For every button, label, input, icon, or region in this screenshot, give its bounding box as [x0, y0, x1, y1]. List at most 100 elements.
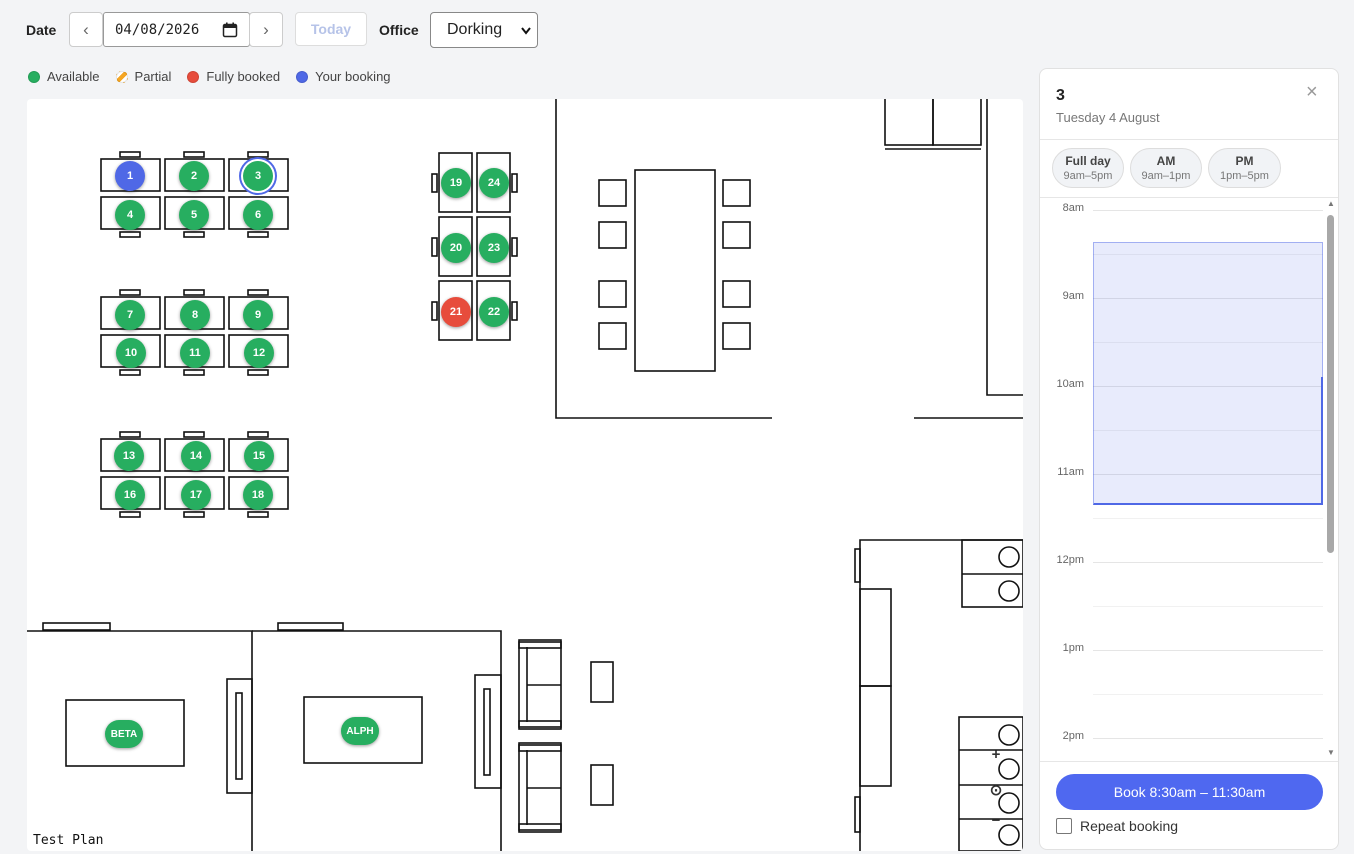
selected-time-range[interactable] — [1093, 242, 1323, 505]
legend-item-available: Available — [28, 69, 100, 84]
scrollbar-thumb[interactable] — [1327, 215, 1334, 553]
preset-label: PM — [1235, 154, 1254, 168]
seat-6[interactable]: 6 — [243, 200, 273, 230]
seat-10[interactable]: 10 — [116, 338, 146, 368]
seat-9[interactable]: 9 — [243, 300, 273, 330]
divider — [1040, 139, 1338, 140]
office-label: Office — [379, 22, 419, 38]
available-dot-icon — [28, 70, 40, 83]
next-day-button[interactable]: › — [249, 12, 283, 47]
top-right-units — [884, 99, 1023, 396]
seat-4[interactable]: 4 — [115, 200, 145, 230]
hour-label: 11am — [1057, 466, 1084, 478]
seat-23[interactable]: 23 — [479, 233, 509, 263]
meeting-room-outline — [555, 99, 1023, 419]
seat-12[interactable]: 12 — [244, 338, 274, 368]
seat-13[interactable]: 13 — [114, 441, 144, 471]
seat-18[interactable]: 18 — [243, 480, 273, 510]
office-select[interactable]: Dorking — [430, 12, 538, 48]
legend-label: Partial — [134, 69, 172, 84]
hour-label: 12pm — [1056, 554, 1084, 566]
toolbar: Date ‹ 04/08/2026 › Today Office Dorking — [0, 0, 1354, 60]
hour-label: 9am — [1062, 290, 1084, 302]
zoom-reset-button[interactable]: ⊙ — [981, 775, 1011, 805]
date-label: Date — [26, 22, 57, 38]
hour-line — [1093, 738, 1323, 739]
prev-day-button[interactable]: ‹ — [69, 12, 103, 47]
book-button[interactable]: Book 8:30am – 11:30am — [1056, 774, 1323, 810]
seat-20[interactable]: 20 — [441, 233, 471, 263]
seat-3[interactable]: 3 — [243, 161, 273, 191]
close-icon[interactable]: × — [1306, 81, 1318, 104]
panel-title: 3 — [1056, 87, 1065, 104]
repeat-booking-toggle[interactable]: Repeat booking — [1056, 818, 1178, 834]
half-hour-line — [1093, 606, 1323, 607]
preset-range: 9am–5pm — [1063, 170, 1113, 182]
hour-line — [1093, 650, 1323, 651]
mine-dot-icon — [296, 70, 309, 83]
zoom-in-button[interactable]: + — [981, 739, 1011, 769]
seat-7[interactable]: 7 — [115, 300, 145, 330]
resize-handle[interactable] — [1321, 377, 1323, 505]
hour-label: 2pm — [1062, 730, 1084, 742]
preset-label: AM — [1156, 154, 1176, 168]
hour-line — [1093, 210, 1323, 211]
date-value: 04/08/2026 — [115, 21, 200, 38]
bottom-rooms — [27, 622, 502, 851]
preset-am-button[interactable]: AM 9am–1pm — [1130, 148, 1202, 188]
chevron-down-icon — [521, 27, 531, 35]
legend-label: Fully booked — [206, 69, 281, 84]
legend-label: Your booking — [315, 69, 391, 84]
preset-label: Full day — [1065, 154, 1111, 168]
office-value: Dorking — [447, 21, 503, 38]
legend-label: Available — [47, 69, 100, 84]
legend-item-fully-booked: Fully booked — [187, 69, 280, 84]
half-hour-line — [1093, 694, 1323, 695]
hour-line — [1093, 562, 1323, 563]
panel-date: Tuesday 4 August — [1056, 110, 1160, 125]
scroll-up-icon[interactable]: ▲ — [1327, 199, 1335, 208]
seat-15[interactable]: 15 — [244, 441, 274, 471]
repeat-booking-label: Repeat booking — [1080, 818, 1179, 834]
zoom-out-button[interactable]: − — [981, 805, 1011, 835]
seat-11[interactable]: 11 — [180, 338, 210, 368]
seat-5[interactable]: 5 — [179, 200, 209, 230]
preset-range: 1pm–5pm — [1220, 170, 1269, 182]
seat-19[interactable]: 19 — [441, 168, 471, 198]
preset-range: 9am–1pm — [1141, 170, 1191, 182]
preset-pm-button[interactable]: PM 1pm–5pm — [1208, 148, 1281, 188]
divider — [1040, 197, 1338, 198]
booked-dot-icon — [187, 70, 200, 83]
seat-22[interactable]: 22 — [479, 297, 509, 327]
room-alph[interactable]: ALPH — [341, 717, 379, 745]
repeat-booking-checkbox[interactable] — [1056, 818, 1072, 834]
partial-dot-icon — [115, 70, 128, 83]
scroll-down-icon[interactable]: ▼ — [1327, 748, 1335, 757]
preset-full-day-button[interactable]: Full day 9am–5pm — [1052, 148, 1124, 188]
seat-8[interactable]: 8 — [180, 300, 210, 330]
seat-14[interactable]: 14 — [181, 441, 211, 471]
sofas — [518, 639, 614, 833]
seat-16[interactable]: 16 — [115, 480, 145, 510]
room-beta[interactable]: BETA — [105, 720, 143, 748]
date-input[interactable]: 04/08/2026 — [103, 12, 250, 47]
seat-1[interactable]: 1 — [115, 161, 145, 191]
floor-plan-drawing — [27, 99, 1023, 851]
hour-label: 8am — [1062, 202, 1084, 214]
calendar-icon[interactable] — [222, 22, 238, 38]
zoom-controls: + ⊙ − — [981, 739, 1011, 835]
floor-plan[interactable]: 1 2 3 4 5 6 7 8 9 10 11 12 13 14 15 16 1… — [27, 99, 1023, 851]
plan-name: Test Plan — [33, 833, 104, 848]
today-button[interactable]: Today — [295, 12, 367, 46]
hour-label: 10am — [1056, 378, 1084, 390]
legend-item-partial: Partial — [115, 69, 172, 84]
legend-item-your-booking: Your booking — [296, 69, 391, 84]
seat-17[interactable]: 17 — [181, 480, 211, 510]
seat-2[interactable]: 2 — [179, 161, 209, 191]
hour-label: 1pm — [1062, 642, 1084, 654]
legend: Available Partial Fully booked Your book… — [28, 69, 391, 84]
time-grid[interactable]: 8am 9am 10am 11am 12pm 1pm 2pm — [1040, 199, 1338, 761]
half-hour-line — [1093, 518, 1323, 519]
seat-24[interactable]: 24 — [479, 168, 509, 198]
seat-21[interactable]: 21 — [441, 297, 471, 327]
